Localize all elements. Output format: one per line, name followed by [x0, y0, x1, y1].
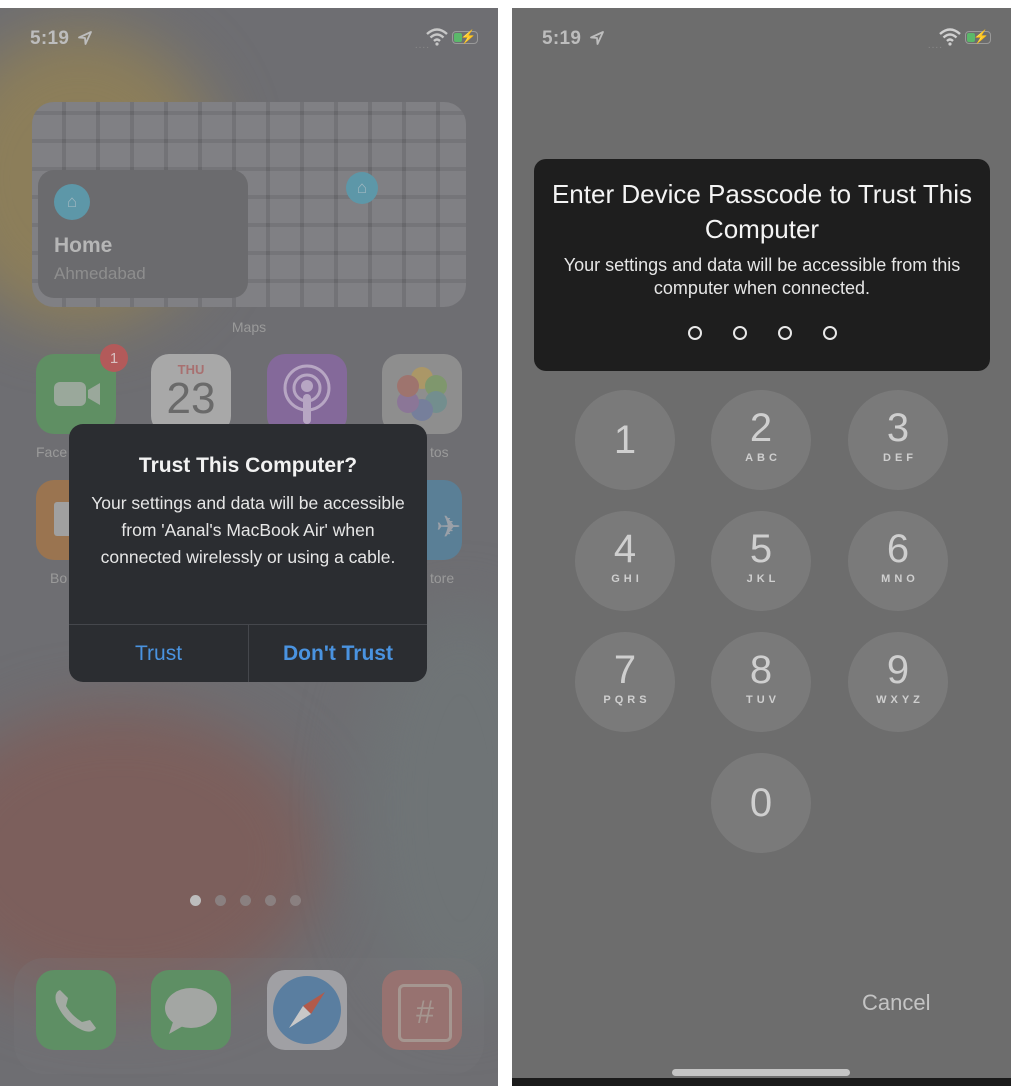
dock-app-phone[interactable] [36, 970, 116, 1050]
status-bar: 5:19 .... ⚡ [0, 28, 498, 52]
key-letters: DEF [883, 452, 917, 464]
notification-badge: 1 [100, 344, 128, 372]
calendar-date: 23 [166, 374, 216, 423]
location-arrow-icon [590, 31, 604, 45]
page-dot[interactable] [190, 895, 201, 906]
maps-widget[interactable]: ⌂ ⌂ Home Ahmedabad [32, 102, 466, 307]
wifi-icon [426, 28, 448, 46]
keypad-key-4[interactable]: 4 GHI [575, 511, 675, 611]
page-dot[interactable] [265, 895, 276, 906]
key-digit: 3 [886, 406, 910, 450]
keypad-key-9[interactable]: 9 WXYZ [848, 632, 948, 732]
key-letters: TUV [746, 694, 780, 706]
key-digit: 8 [749, 648, 773, 692]
key-digit: 5 [749, 527, 773, 571]
passcode-dot-empty [777, 326, 792, 340]
wifi-icon [939, 28, 961, 46]
compass-icon [273, 976, 341, 1044]
page-dot[interactable] [290, 895, 301, 906]
house-icon: ⌂ [346, 172, 378, 204]
place-card: ⌂ Home Ahmedabad [38, 170, 248, 298]
page-dot[interactable] [240, 895, 251, 906]
app-photos[interactable] [382, 354, 462, 434]
passcode-dots [534, 326, 990, 340]
passcode-dot-empty [822, 326, 837, 340]
keypad-key-1[interactable]: 1 [575, 390, 675, 490]
battery-charging-icon: ⚡ [452, 29, 478, 44]
widget-label: Maps [231, 319, 267, 335]
page-indicator[interactable] [190, 895, 301, 906]
dock-app-messages[interactable] [151, 970, 231, 1050]
key-letters: MNO [881, 573, 919, 585]
hashtag-icon: # [398, 984, 452, 1042]
message-bubble-icon [165, 988, 217, 1034]
passcode-panel: Enter Device Passcode to Trust This Comp… [534, 159, 990, 371]
keypad-key-6[interactable]: 6 MNO [848, 511, 948, 611]
app-label-photos: tos [430, 444, 449, 460]
podcast-icon [283, 364, 331, 424]
status-time: 5:19 [542, 28, 582, 49]
keypad-key-8[interactable]: 8 TUV [711, 632, 811, 732]
key-digit: 4 [613, 527, 637, 571]
key-digit: 1 [613, 418, 637, 462]
key-letters: JKL [746, 573, 780, 585]
dock-app-safari[interactable] [267, 970, 347, 1050]
place-subtitle: Ahmedabad [54, 264, 146, 283]
app-label-facetime: Face [36, 444, 68, 460]
page-dot[interactable] [215, 895, 226, 906]
photos-flower-icon [397, 367, 447, 421]
trust-button[interactable]: Trust [69, 625, 248, 682]
left-phone-screen: 5:19 .... ⚡ ⌂ ⌂ Home Ahmedabad Maps 1 Fa… [0, 8, 498, 1086]
cancel-button[interactable]: Cancel [862, 990, 930, 1016]
bottom-edge [512, 1078, 1011, 1086]
passcode-title: Enter Device Passcode to Trust This Comp… [551, 179, 973, 244]
alert-title: Trust This Computer? [138, 454, 358, 477]
battery-charging-icon: ⚡ [965, 29, 991, 44]
key-digit: 2 [749, 406, 773, 450]
key-digit: 7 [613, 648, 637, 692]
right-phone-screen: 5:19 .... ⚡ Enter Device Passcode to Tru… [512, 8, 1011, 1086]
key-letters: WXYZ [876, 694, 924, 706]
passcode-dot-empty [687, 326, 702, 340]
location-arrow-icon [78, 31, 92, 45]
key-letters: ABC [745, 452, 781, 464]
key-letters: GHI [611, 573, 643, 585]
app-store-icon: ✈ [436, 511, 462, 544]
app-label-books: Bo [50, 570, 68, 586]
dock-app-hashtag[interactable]: # [382, 970, 462, 1050]
app-label-app-store: tore [430, 570, 455, 586]
keypad-key-5[interactable]: 5 JKL [711, 511, 811, 611]
house-icon: ⌂ [54, 184, 90, 220]
keypad-key-2[interactable]: 2 ABC [711, 390, 811, 490]
home-indicator[interactable] [672, 1069, 850, 1076]
keypad-key-7[interactable]: 7 PQRS [575, 632, 675, 732]
phone-icon [55, 990, 96, 1032]
app-podcasts[interactable] [267, 354, 347, 434]
alert-message: Your settings and data will be accessibl… [91, 493, 405, 567]
key-letters: PQRS [603, 694, 651, 706]
key-digit: 0 [749, 781, 773, 825]
status-time: 5:19 [30, 28, 70, 49]
key-digit: 9 [886, 648, 910, 692]
passcode-dot-empty [732, 326, 747, 340]
app-calendar[interactable]: THU 23 [151, 354, 231, 434]
status-bar: 5:19 .... ⚡ [512, 28, 1011, 52]
place-title: Home [54, 234, 113, 257]
keypad-key-3[interactable]: 3 DEF [848, 390, 948, 490]
keypad-key-0[interactable]: 0 [711, 753, 811, 853]
key-digit: 6 [886, 527, 910, 571]
dont-trust-button[interactable]: Don't Trust [249, 625, 427, 682]
trust-alert-dialog: Trust This Computer? Your settings and d… [69, 424, 427, 682]
passcode-message: Your settings and data will be accessibl… [563, 255, 961, 298]
